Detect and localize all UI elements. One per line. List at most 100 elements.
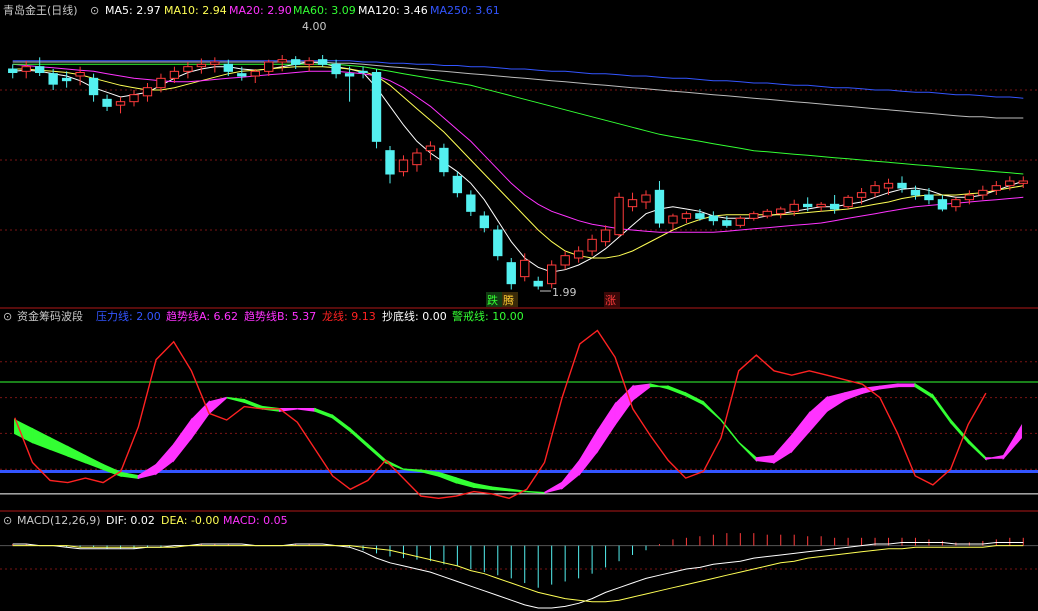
candle-body xyxy=(816,203,826,208)
main-menu-icon[interactable]: ⊙ xyxy=(90,4,99,17)
trend-band-segment xyxy=(1002,424,1022,460)
candle-body xyxy=(695,213,705,219)
ma-line-ma10 xyxy=(12,66,1024,259)
main-ma20-label: MA20: 2.90 xyxy=(229,4,292,17)
mid-menu-icon[interactable]: ⊙ xyxy=(3,310,12,323)
trend-band-segment xyxy=(738,441,758,463)
candle-body xyxy=(223,63,233,72)
trend-band-segment xyxy=(297,408,316,412)
main-header: 青岛金王(日线) ⊙ MA5: 2.97 MA10: 2.94 MA20: 2.… xyxy=(3,3,500,17)
candle-body xyxy=(722,220,732,226)
mid-warning-label: 警戒线: 10.00 xyxy=(452,309,524,323)
candle-body xyxy=(762,210,772,217)
candle-body xyxy=(277,59,287,63)
candle-body xyxy=(924,194,934,201)
candle-body xyxy=(560,255,570,266)
candle-body xyxy=(641,194,651,203)
trend-band-segment xyxy=(879,383,899,390)
macd-dif-label: DIF: 0.02 xyxy=(106,514,155,527)
candle-body xyxy=(937,199,948,210)
candle-body xyxy=(169,70,180,79)
candle-body xyxy=(978,189,988,196)
candle-body xyxy=(196,63,207,68)
candle-body xyxy=(668,215,678,224)
candle-body xyxy=(883,182,894,189)
candle-body xyxy=(533,280,543,287)
candle-body xyxy=(115,101,126,106)
tag-teng: 腾 xyxy=(503,293,514,307)
trend-band-segment xyxy=(773,433,793,464)
trend-band-segment xyxy=(208,396,228,415)
macd-menu-icon[interactable]: ⊙ xyxy=(3,514,12,527)
trend-band-segment xyxy=(932,393,952,425)
chart-stage: 青岛金王(日线) ⊙ MA5: 2.97 MA10: 2.94 MA20: 2.… xyxy=(0,3,1038,609)
candle-body xyxy=(547,264,557,285)
macd-dea-label: DEA: -0.00 xyxy=(161,514,219,527)
candle-body xyxy=(614,196,624,236)
trend-band-segment xyxy=(84,454,104,471)
trend-band-segment xyxy=(861,385,881,395)
candle-body xyxy=(587,238,597,252)
candle-body xyxy=(237,73,247,77)
candle-body xyxy=(102,98,112,107)
high-price-label: 4.00 xyxy=(302,20,327,33)
main-title: 青岛金王(日线) xyxy=(3,3,78,17)
trend-band-segment xyxy=(473,482,493,491)
macd-value-label: MACD: 0.05 xyxy=(223,514,288,527)
candle-body xyxy=(1018,180,1028,184)
trend-band-segment xyxy=(49,436,69,457)
candle-body xyxy=(61,77,72,82)
candle-body xyxy=(35,66,45,73)
candle-body xyxy=(8,68,18,73)
trend-band-segment xyxy=(755,454,775,464)
candle-body xyxy=(304,60,314,65)
candle-body xyxy=(776,208,786,215)
candle-body xyxy=(264,61,274,72)
candle-body xyxy=(829,203,840,210)
candle-body xyxy=(951,199,961,208)
candle-body xyxy=(681,213,692,219)
candle-body xyxy=(142,87,153,97)
candle-body xyxy=(735,217,745,226)
candle-body xyxy=(398,159,409,173)
candle-body xyxy=(654,189,665,224)
mid-header: ⊙ 资金筹码波段 压力线: 2.00 趋势线A: 6.62 趋势线B: 5.37… xyxy=(3,309,524,323)
candle-body xyxy=(452,175,463,194)
trend-band-segment xyxy=(579,428,599,476)
candle-body xyxy=(425,145,436,152)
trend-band-segment xyxy=(967,438,987,461)
trend-band-segment xyxy=(790,411,811,454)
mid-trend-b-label: 趋势线B: 5.37 xyxy=(244,309,316,323)
candle-body xyxy=(520,259,530,278)
trend-band-segment xyxy=(526,490,545,494)
candle-body xyxy=(991,185,1001,191)
trend-band-segment xyxy=(561,458,581,490)
candle-body xyxy=(439,147,449,173)
trend-band-segment xyxy=(985,454,1005,461)
trend-band-segment xyxy=(31,427,51,451)
trend-band-segment xyxy=(720,419,740,443)
candle-body xyxy=(627,199,638,208)
trend-band-segment xyxy=(490,486,510,492)
candle-body xyxy=(506,262,516,285)
candle-body xyxy=(88,77,99,96)
candle-body xyxy=(749,213,759,219)
candle-body xyxy=(870,185,880,194)
ma-line-ma5 xyxy=(12,61,1024,273)
dragon-line xyxy=(14,329,987,500)
candle-body xyxy=(466,194,476,212)
trend-band-segment xyxy=(808,395,828,434)
tag-fall: 跌 xyxy=(487,293,498,307)
trend-band-segment xyxy=(914,382,934,399)
main-ma120-label: MA120: 3.46 xyxy=(358,4,428,17)
trend-band-segment xyxy=(455,477,475,489)
trend-band-segment xyxy=(702,400,722,421)
candle-body xyxy=(48,73,58,85)
candle-body xyxy=(789,203,799,212)
macd-line-dif xyxy=(12,542,1024,609)
trend-band-segment xyxy=(226,396,246,404)
mid-bottom-label: 抄底线: 0.00 xyxy=(382,309,447,323)
candle-body xyxy=(344,73,355,77)
main-ma250-label: MA250: 3.61 xyxy=(430,4,500,17)
candle-body xyxy=(156,77,166,89)
